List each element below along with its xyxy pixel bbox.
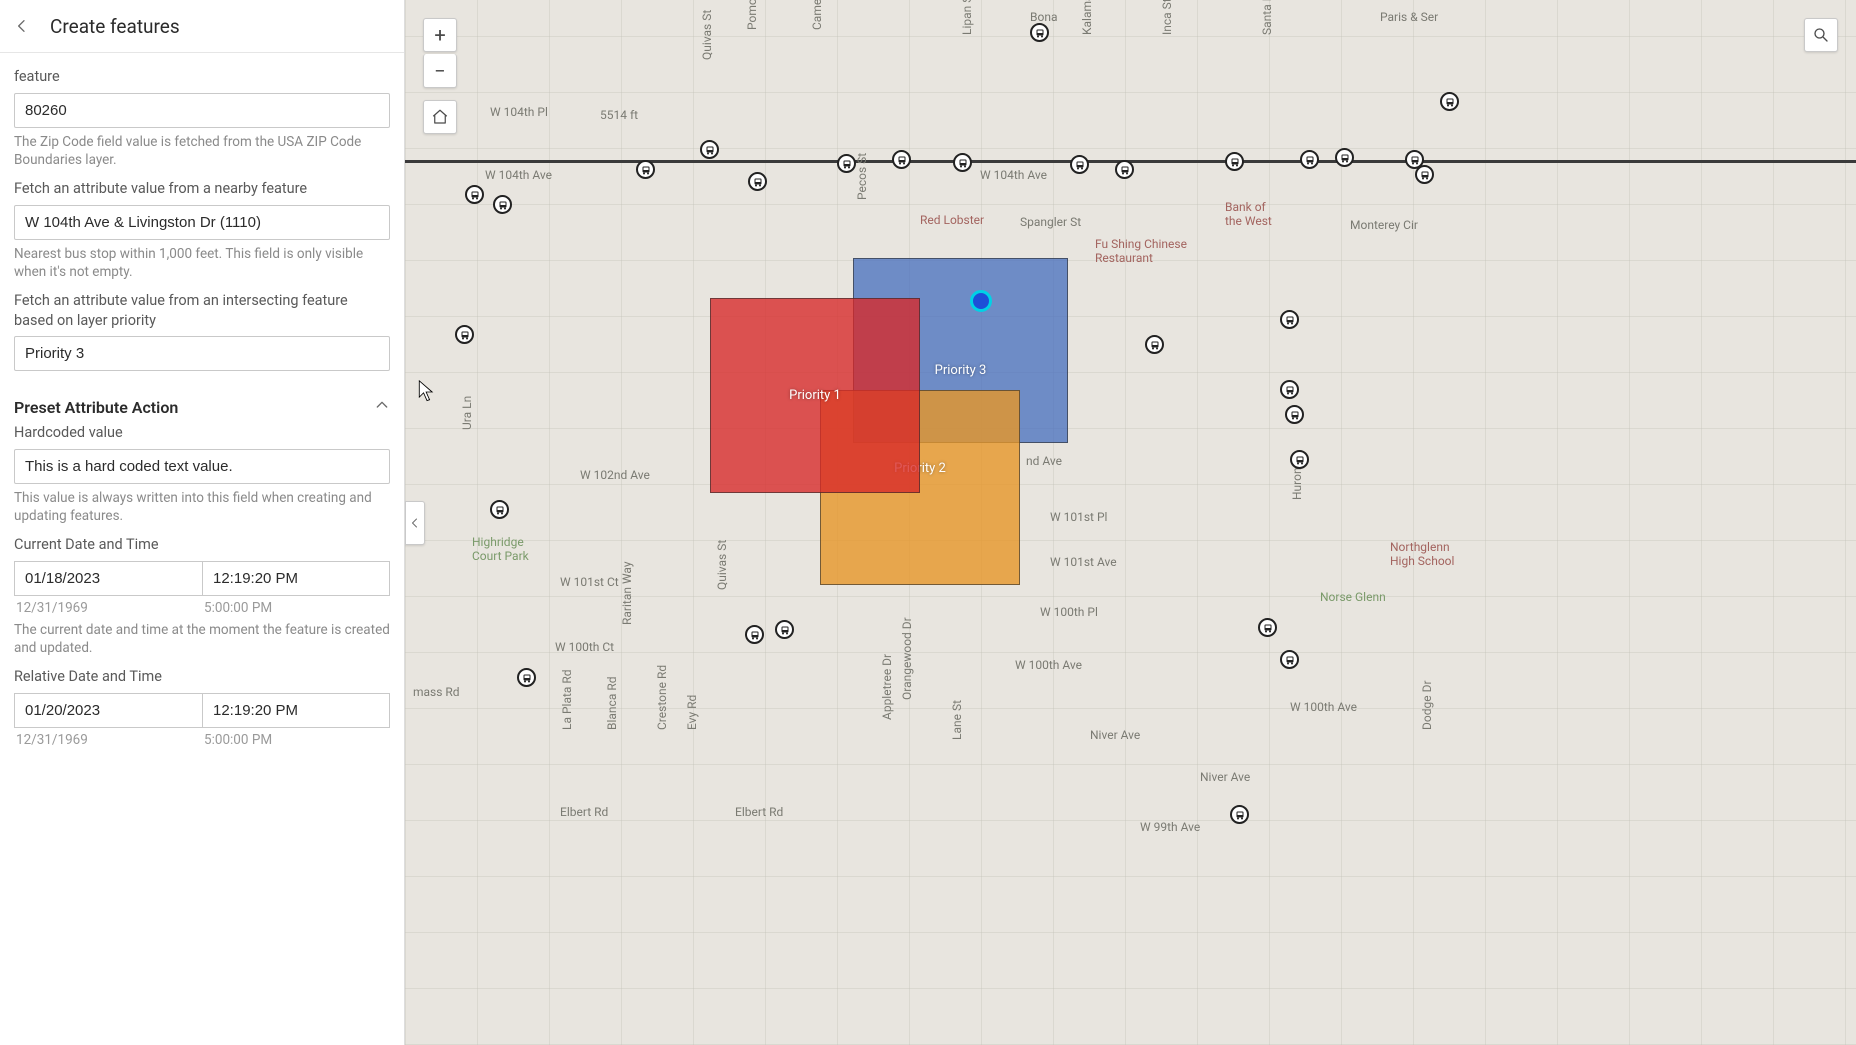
panel-title: Create features [50,15,180,38]
default-time: 5:00:00 PM [202,600,390,616]
field-zip: feature The Zip Code field value is fetc… [14,67,390,169]
field-nearby: Fetch an attribute value from a nearby f… [14,179,390,281]
bus-stop-icon[interactable] [1440,92,1459,111]
field-label: Relative Date and Time [14,667,390,687]
panel-header: Create features [0,0,404,53]
field-relative-dt: Relative Date and Time 12/31/1969 5:00:0… [14,667,390,748]
bus-stop-icon[interactable] [1280,380,1299,399]
current-time-input[interactable] [202,561,390,596]
field-layer-priority: Fetch an attribute value from an interse… [14,291,390,371]
field-label: Fetch an attribute value from a nearby f… [14,179,390,199]
field-label: Fetch an attribute value from an interse… [14,291,390,330]
chevron-up-icon [374,397,390,417]
bus-stop-icon[interactable] [837,154,856,173]
default-time: 5:00:00 PM [202,732,390,748]
chevron-left-icon [14,18,30,34]
bus-stop-icon[interactable] [455,325,474,344]
zip-input[interactable] [14,93,390,128]
priority-label: Priority 3 [935,363,987,378]
bus-stop-icon[interactable] [465,185,484,204]
current-date-input[interactable] [14,561,202,596]
bus-stop-icon[interactable] [1225,152,1244,171]
bus-stop-icon[interactable] [1115,160,1134,179]
search-button[interactable] [1804,18,1838,52]
create-features-panel: Create features feature The Zip Code fie… [0,0,405,1045]
bus-stop-icon[interactable] [953,153,972,172]
bus-stop-icon[interactable] [1070,155,1089,174]
relative-date-input[interactable] [14,693,202,728]
field-label: feature [14,67,390,87]
bus-stop-icon[interactable] [1280,310,1299,329]
relative-time-input[interactable] [202,693,390,728]
bus-stop-icon[interactable] [1285,405,1304,424]
field-hint: The Zip Code field value is fetched from… [14,133,390,169]
bus-stop-icon[interactable] [1258,618,1277,637]
default-date: 12/31/1969 [14,600,202,616]
collapse-panel-button[interactable] [405,501,425,545]
panel-body[interactable]: feature The Zip Code field value is fetc… [0,53,404,1045]
bus-stop-icon[interactable] [745,625,764,644]
map-canvas[interactable]: W 104th Pl5514 ftW 104th AveW 104th AveQ… [405,0,1856,1045]
bus-stop-icon[interactable] [636,160,655,179]
home-extent-button[interactable] [423,100,457,134]
bus-stop-icon[interactable] [775,620,794,639]
bus-stop-icon[interactable] [517,668,536,687]
home-icon [431,108,449,126]
bus-stop-icon[interactable] [1230,805,1249,824]
field-label: Current Date and Time [14,535,390,555]
default-date: 12/31/1969 [14,732,202,748]
bus-stop-icon[interactable] [1290,450,1309,469]
field-hint: Nearest bus stop within 1,000 feet. This… [14,245,390,281]
section-title: Preset Attribute Action [14,398,178,417]
bus-stop-icon[interactable] [1415,165,1434,184]
bus-stop-icon[interactable] [748,172,767,191]
bus-stop-icon[interactable] [490,500,509,519]
priority-label: Priority 1 [789,388,841,403]
bus-stop-icon[interactable] [1145,335,1164,354]
bus-stop-icon[interactable] [1335,148,1354,167]
zoom-out-button[interactable]: − [423,54,457,88]
bus-stop-icon[interactable] [493,195,512,214]
search-icon [1812,26,1830,44]
bus-stop-icon[interactable] [1280,650,1299,669]
bus-stop-icon[interactable] [892,150,911,169]
field-current-dt: Current Date and Time 12/31/1969 5:00:00… [14,535,390,657]
bus-stop-icon[interactable] [1030,23,1049,42]
bus-stop-icon[interactable] [1300,150,1319,169]
field-hint: The current date and time at the moment … [14,621,390,657]
field-hint: This value is always written into this f… [14,489,390,525]
zoom-in-button[interactable]: + [423,18,457,52]
back-button[interactable] [10,14,34,38]
priority-1-overlay[interactable]: Priority 1 [710,298,920,493]
nearby-input[interactable] [14,205,390,240]
layer-priority-input[interactable] [14,336,390,371]
preset-section-header[interactable]: Preset Attribute Action [14,397,390,417]
hardcoded-input[interactable] [14,449,390,484]
bus-stop-icon[interactable] [700,140,719,159]
field-hardcoded: Hardcoded value This value is always wri… [14,423,390,525]
chevron-left-icon [409,517,421,529]
map-grid [405,0,1856,1045]
field-label: Hardcoded value [14,423,390,443]
current-location-dot [970,290,992,312]
